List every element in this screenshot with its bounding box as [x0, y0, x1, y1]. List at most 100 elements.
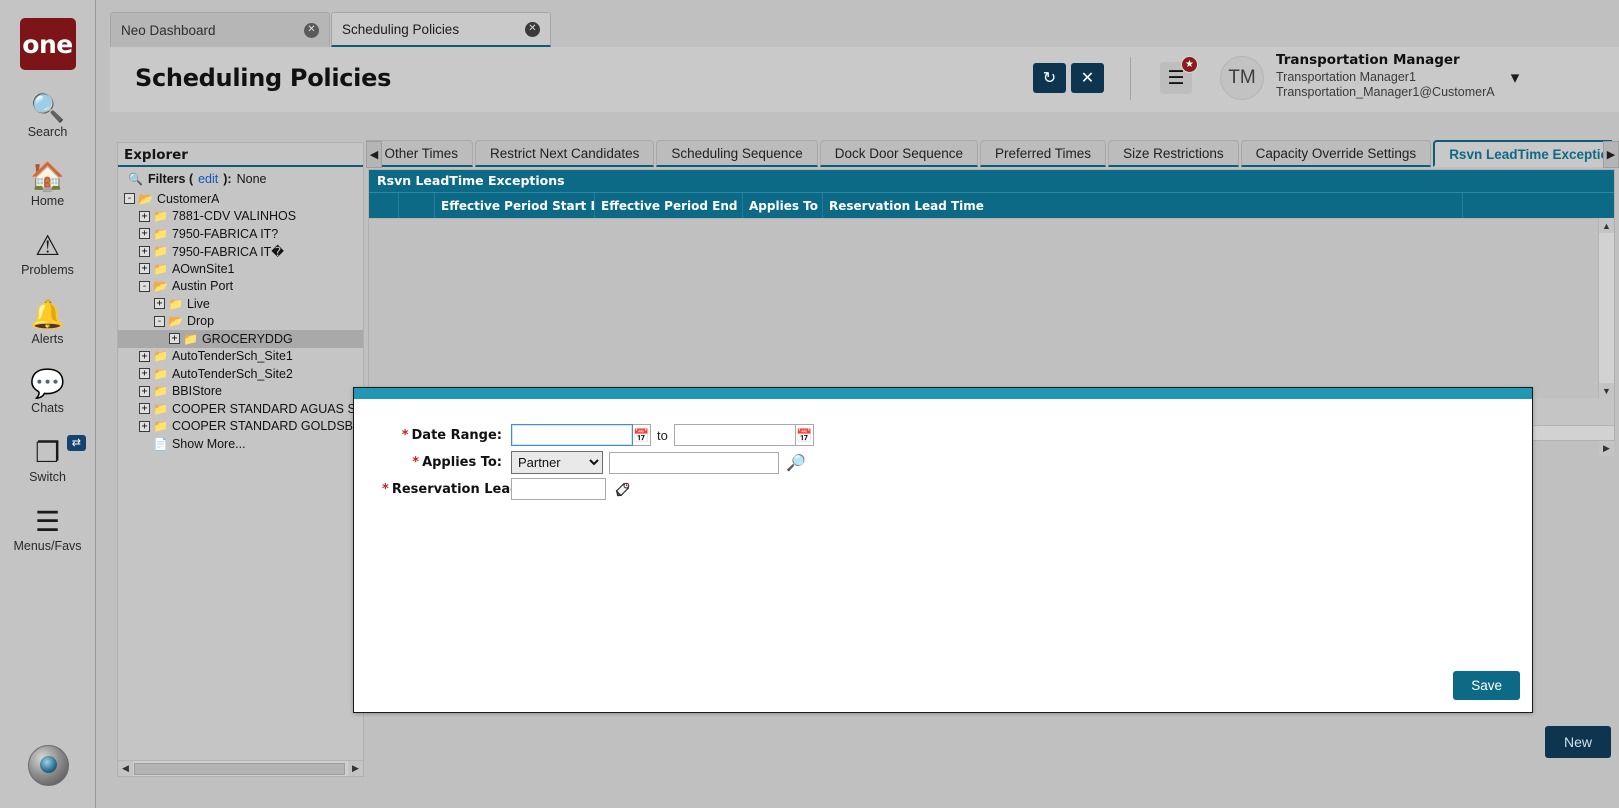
required-marker: * [382, 482, 389, 497]
chevron-down-icon[interactable]: ▾ [1502, 65, 1528, 91]
tree-item[interactable]: -📂Drop [118, 313, 363, 331]
save-button[interactable]: Save [1453, 671, 1520, 700]
tree-item[interactable]: +📁AutoTenderSch_Site1 [118, 348, 363, 366]
grid-column-header[interactable]: Applies To [743, 193, 823, 218]
tree-item[interactable]: +📁AutoTenderSch_Site2 [118, 365, 363, 383]
rsvn-leadtime-form-dialog: *Date Range: 📅 to 📅 *Applies To: Partner… [353, 387, 1533, 713]
explorer-horizontal-scrollbar[interactable]: ◀ ▶ [118, 760, 363, 776]
tree-item[interactable]: +📁Live [118, 295, 363, 313]
browser-tab-neo-dashboard[interactable]: Neo Dashboard ✕ [110, 12, 330, 47]
expand-toggle-icon[interactable]: + [139, 403, 150, 414]
grid-vertical-scrollbar[interactable]: ▲ ▼ [1598, 218, 1614, 398]
expand-toggle-icon[interactable]: + [139, 246, 150, 257]
tree-item[interactable]: +📁COOPER STANDARD GOLDSBORO [118, 418, 363, 436]
rail-item-alerts[interactable]: 🔔 Alerts [0, 299, 95, 346]
folder-open-icon: 📂 [138, 193, 153, 205]
scroll-up-icon[interactable]: ▲ [1599, 218, 1614, 233]
refresh-icon[interactable]: ↻ [1033, 63, 1066, 93]
expand-toggle-icon[interactable]: + [169, 333, 180, 344]
applies-to-select[interactable]: Partner [511, 451, 603, 474]
folder-closed-icon: 📁 [153, 403, 168, 415]
expand-toggle-icon[interactable]: + [139, 211, 150, 222]
browser-tab-label: Neo Dashboard [121, 23, 216, 38]
date-range-end-input[interactable] [674, 424, 796, 446]
tab-preferred-times[interactable]: Preferred Times [980, 140, 1106, 167]
warning-triangle-icon: ⚠ [0, 230, 95, 262]
tree-item[interactable]: +📁7950-FABRICA IT? [118, 225, 363, 243]
field-row-applies-to: *Applies To: Partner 🔎 [382, 451, 807, 474]
close-icon[interactable]: ✕ [1071, 63, 1104, 93]
tree-item-label: Live [187, 297, 210, 311]
folder-closed-icon: 📁 [153, 210, 168, 222]
rail-item-home[interactable]: 🏠 Home [0, 161, 95, 208]
avatar[interactable]: TM [1220, 56, 1264, 100]
scrollbar-thumb[interactable] [134, 763, 345, 775]
tree-item[interactable]: +📁GROCERYDDG [118, 330, 363, 348]
scroll-right-icon[interactable]: ▶ [348, 761, 363, 776]
tree-item[interactable]: +📁COOPER STANDARD AGUAS SEALING [118, 400, 363, 418]
grid-column-header[interactable]: Reservation Lead Time [823, 193, 1463, 218]
rail-item-menus-favs[interactable]: ☰ Menus/Favs [0, 506, 95, 553]
tree-item[interactable]: -📂Austin Port [118, 278, 363, 296]
new-button[interactable]: New [1545, 726, 1611, 758]
tree-item-label: CustomerA [157, 192, 220, 206]
arrow-left-icon[interactable]: ◀ [366, 141, 382, 168]
scroll-right-icon[interactable]: ▶ [1599, 441, 1614, 456]
tab-size-restrictions[interactable]: Size Restrictions [1108, 140, 1239, 167]
scroll-left-icon[interactable]: ◀ [118, 761, 133, 776]
collapse-toggle-icon[interactable]: - [124, 193, 135, 204]
date-range-start-input[interactable] [511, 424, 633, 446]
scroll-down-icon[interactable]: ▼ [1599, 383, 1614, 398]
rail-item-search[interactable]: 🔍 Search [0, 92, 95, 139]
close-icon[interactable]: ✕ [304, 23, 319, 38]
expand-toggle-icon[interactable]: + [139, 228, 150, 239]
tree-item-label: AutoTenderSch_Site2 [172, 367, 293, 381]
browser-tab-scheduling-policies[interactable]: Scheduling Policies ✕ [331, 12, 551, 47]
tab-capacity-override-settings[interactable]: Capacity Override Settings [1241, 140, 1432, 167]
tree-item-label: 7950-FABRICA IT? [172, 227, 278, 241]
expand-toggle-icon[interactable]: + [154, 298, 165, 309]
rail-item-chats[interactable]: 💬 Chats [0, 368, 95, 415]
tree-item[interactable]: +📁BBIStore [118, 383, 363, 401]
expand-toggle-icon[interactable]: + [139, 421, 150, 432]
date-range-to-label: to [657, 428, 668, 443]
tab-restrict-next-candidates[interactable]: Restrict Next Candidates [475, 140, 654, 167]
tab-scheduling-sequence[interactable]: Scheduling Sequence [656, 140, 817, 167]
rail-item-problems[interactable]: ⚠ Problems [0, 230, 95, 277]
rail-item-label: Switch [0, 470, 95, 484]
tab-rsvn-leadtime-exceptions[interactable]: Rsvn LeadTime Exceptions [1433, 140, 1612, 167]
tab-dock-door-sequence[interactable]: Dock Door Sequence [820, 140, 978, 167]
collapse-toggle-icon[interactable]: - [139, 281, 150, 292]
filters-edit-link[interactable]: edit [198, 172, 218, 186]
expand-toggle-icon[interactable]: + [139, 368, 150, 379]
grid-column-header[interactable]: Effective Period End Date [595, 193, 743, 218]
rail-item-switch[interactable]: ❐ ⇄ Switch [0, 437, 95, 484]
calendar-icon[interactable]: 📅 [633, 424, 651, 446]
expand-toggle-icon[interactable]: + [139, 351, 150, 362]
close-icon[interactable]: ✕ [525, 22, 540, 37]
expand-toggle-icon[interactable]: + [139, 386, 150, 397]
tree-item[interactable]: 📄Show More... [118, 435, 363, 453]
applies-to-value-input[interactable] [609, 452, 779, 474]
duration-picker-icon[interactable] [612, 478, 634, 500]
filters-value: None [237, 172, 267, 186]
arrow-right-icon[interactable]: ▶ [1603, 141, 1619, 168]
tree-item-label: Austin Port [172, 279, 233, 293]
expand-toggle-icon[interactable]: + [139, 263, 150, 274]
rail-avatar[interactable] [28, 745, 69, 786]
reservation-lead-time-input[interactable] [511, 478, 606, 500]
tab-restrict-other-times[interactable]: Restrict Other Times [366, 140, 473, 167]
tree-item[interactable]: -📂 CustomerA [118, 190, 363, 208]
search-icon: 🔍 [128, 172, 143, 186]
switch-badge-icon[interactable]: ⇄ [67, 435, 86, 451]
tree-item-label: BBIStore [172, 384, 222, 398]
search-icon: 🔍 [0, 92, 95, 124]
calendar-icon[interactable]: 📅 [796, 424, 814, 446]
grid-column-header[interactable]: Effective Period Start Date [435, 193, 595, 218]
magnifier-plus-icon[interactable]: 🔎 [785, 452, 807, 474]
app-logo[interactable]: one [20, 18, 76, 70]
tree-item[interactable]: +📁7881-CDV VALINHOS [118, 208, 363, 226]
collapse-toggle-icon[interactable]: - [154, 316, 165, 327]
tree-item[interactable]: +📁7950-FABRICA IT� [118, 243, 363, 261]
tree-item[interactable]: +📁AOwnSite1 [118, 260, 363, 278]
